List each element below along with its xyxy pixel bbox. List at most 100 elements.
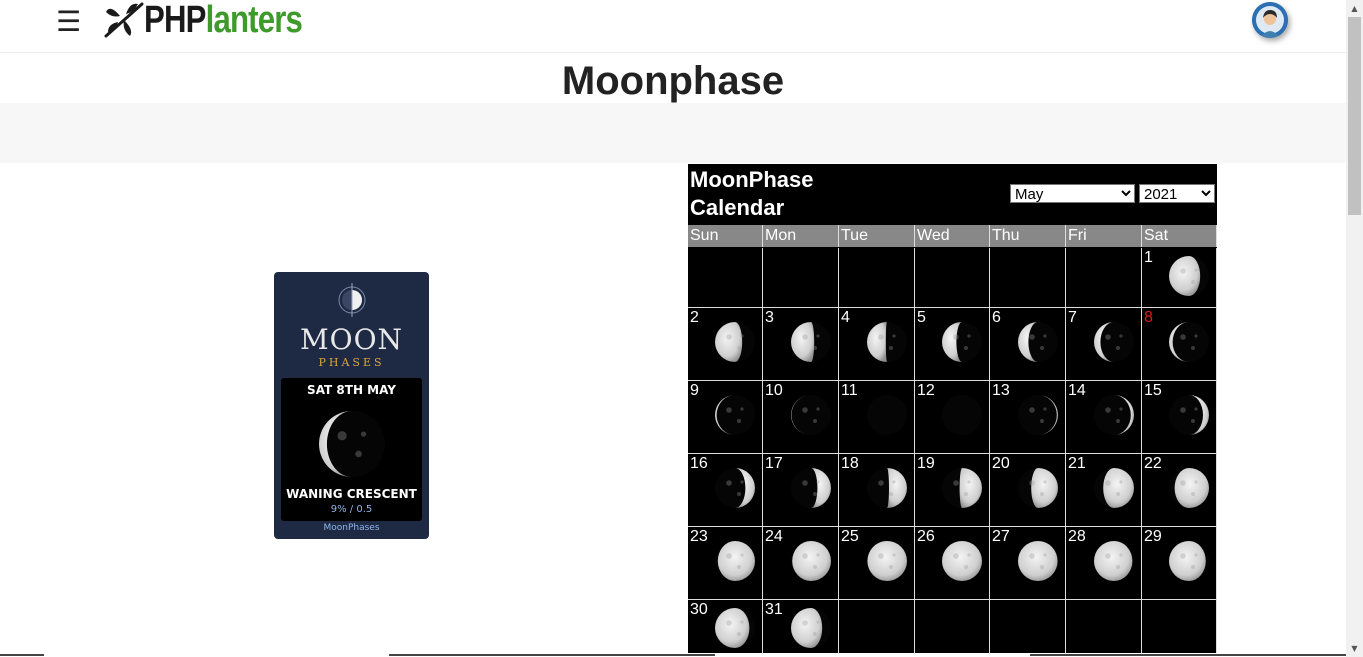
site-logo[interactable]: PHPlanters	[104, 0, 337, 40]
day-number: 19	[917, 455, 935, 472]
calendar-day-4[interactable]: 4	[839, 308, 915, 381]
calendar-empty-cell	[688, 248, 763, 308]
calendar-day-10[interactable]: 10	[763, 381, 839, 454]
day-number: 6	[992, 309, 1001, 326]
calendar-day-11[interactable]: 11	[839, 381, 915, 454]
calendar-day-9[interactable]: 9	[688, 381, 763, 454]
day-number: 9	[690, 382, 699, 399]
ad-banner-area	[0, 103, 1346, 163]
moon-phase-icon	[1018, 322, 1058, 362]
avatar-illustration	[1252, 2, 1288, 38]
day-number: 28	[1068, 528, 1086, 545]
day-number: 14	[1068, 382, 1086, 399]
moon-phase-icon	[1018, 468, 1058, 508]
calendar-empty-cell	[763, 248, 839, 308]
calendar-empty-cell	[1066, 600, 1142, 657]
calendar-day-25[interactable]: 25	[839, 527, 915, 600]
moon-phase-icon	[791, 608, 831, 648]
weekday-header: Sun Mon Tue Wed Thu Fri Sat	[688, 225, 1217, 247]
calendar-empty-cell	[915, 600, 990, 657]
moon-phase-icon	[942, 468, 982, 508]
moonphases-link[interactable]: MoonPhases	[274, 522, 429, 534]
calendar-day-6[interactable]: 6	[990, 308, 1066, 381]
calendar-day-7[interactable]: 7	[1066, 308, 1142, 381]
day-number: 25	[841, 528, 859, 545]
moon-phase-icon	[942, 322, 982, 362]
weekday-mon: Mon	[763, 225, 839, 247]
calendar-day-29[interactable]: 29	[1142, 527, 1217, 600]
day-number: 24	[765, 528, 783, 545]
day-number: 17	[765, 455, 783, 472]
logo-php: PHP	[144, 0, 206, 41]
moon-phase-icon	[1094, 541, 1134, 581]
day-number: 21	[1068, 455, 1086, 472]
moon-phase-icon	[867, 395, 907, 435]
calendar-day-3[interactable]: 3	[763, 308, 839, 381]
calendar-day-14[interactable]: 14	[1066, 381, 1142, 454]
calendar-day-17[interactable]: 17	[763, 454, 839, 527]
moon-phase-icon	[715, 468, 755, 508]
year-select[interactable]: 2021	[1139, 184, 1215, 203]
day-number: 29	[1144, 528, 1162, 545]
day-number: 4	[841, 309, 850, 326]
weekday-sat: Sat	[1142, 225, 1217, 247]
calendar-day-19[interactable]: 19	[915, 454, 990, 527]
calendar-day-1[interactable]: 1	[1142, 248, 1217, 308]
calendar-empty-cell	[1066, 248, 1142, 308]
calendar-day-2[interactable]: 2	[688, 308, 763, 381]
footer-divider	[0, 653, 1346, 657]
calendar-empty-cell	[839, 600, 915, 657]
calendar-day-21[interactable]: 21	[1066, 454, 1142, 527]
top-navbar: ☰ PHPlanters	[0, 0, 1346, 53]
calendar-day-13[interactable]: 13	[990, 381, 1066, 454]
scroll-thumb[interactable]	[1348, 17, 1361, 215]
moon-phase-icon	[1169, 322, 1209, 362]
calendar-day-31[interactable]: 31	[763, 600, 839, 657]
moon-phase-icon	[791, 541, 831, 581]
moon-phase-icon	[791, 322, 831, 362]
widget-illumination: 9% / 0.5	[330, 504, 373, 515]
calendar-day-30[interactable]: 30	[688, 600, 763, 657]
calendar-day-26[interactable]: 26	[915, 527, 990, 600]
calendar-day-16[interactable]: 16	[688, 454, 763, 527]
calendar-day-20[interactable]: 20	[990, 454, 1066, 527]
calendar-title-line2: Calendar	[690, 195, 785, 220]
vertical-scrollbar[interactable]: ▲ ▼	[1346, 0, 1363, 657]
calendar-day-27[interactable]: 27	[990, 527, 1066, 600]
hamburger-menu-icon[interactable]: ☰	[56, 6, 81, 38]
calendar-day-12[interactable]: 12	[915, 381, 990, 454]
day-number: 7	[1068, 309, 1077, 326]
moon-phase-icon	[1094, 322, 1134, 362]
scroll-up-arrow-icon[interactable]: ▲	[1346, 0, 1363, 17]
calendar-day-23[interactable]: 23	[688, 527, 763, 600]
calendar-title-line1: MoonPhase	[690, 167, 814, 192]
calendar-day-8[interactable]: 8	[1142, 308, 1217, 381]
day-number: 16	[690, 455, 708, 472]
calendar-day-15[interactable]: 15	[1142, 381, 1217, 454]
day-number: 20	[992, 455, 1010, 472]
day-number: 31	[765, 601, 783, 618]
calendar-day-18[interactable]: 18	[839, 454, 915, 527]
day-number: 1	[1144, 249, 1153, 266]
calendar-day-24[interactable]: 24	[763, 527, 839, 600]
day-number: 23	[690, 528, 708, 545]
month-select[interactable]: May	[1010, 184, 1135, 203]
logo-text: PHPlanters	[144, 0, 303, 41]
moon-phase-icon	[1169, 468, 1209, 508]
day-number: 5	[917, 309, 926, 326]
calendar-empty-cell	[915, 248, 990, 308]
user-avatar-icon[interactable]	[1252, 2, 1288, 38]
widget-panel: SAT 8TH MAY WANING CRESCENT 9% / 0.5	[281, 378, 422, 521]
day-number: 11	[841, 382, 858, 399]
moon-logo-icon	[274, 282, 429, 322]
calendar-day-22[interactable]: 22	[1142, 454, 1217, 527]
weekday-sun: Sun	[688, 225, 763, 247]
calendar-empty-cell	[990, 600, 1066, 657]
calendar-day-5[interactable]: 5	[915, 308, 990, 381]
moon-phase-icon	[867, 541, 907, 581]
weekday-fri: Fri	[1066, 225, 1142, 247]
calendar-day-28[interactable]: 28	[1066, 527, 1142, 600]
moon-phase-icon	[1018, 395, 1058, 435]
moon-phase-icon	[1094, 395, 1134, 435]
scroll-down-arrow-icon[interactable]: ▼	[1346, 640, 1363, 657]
